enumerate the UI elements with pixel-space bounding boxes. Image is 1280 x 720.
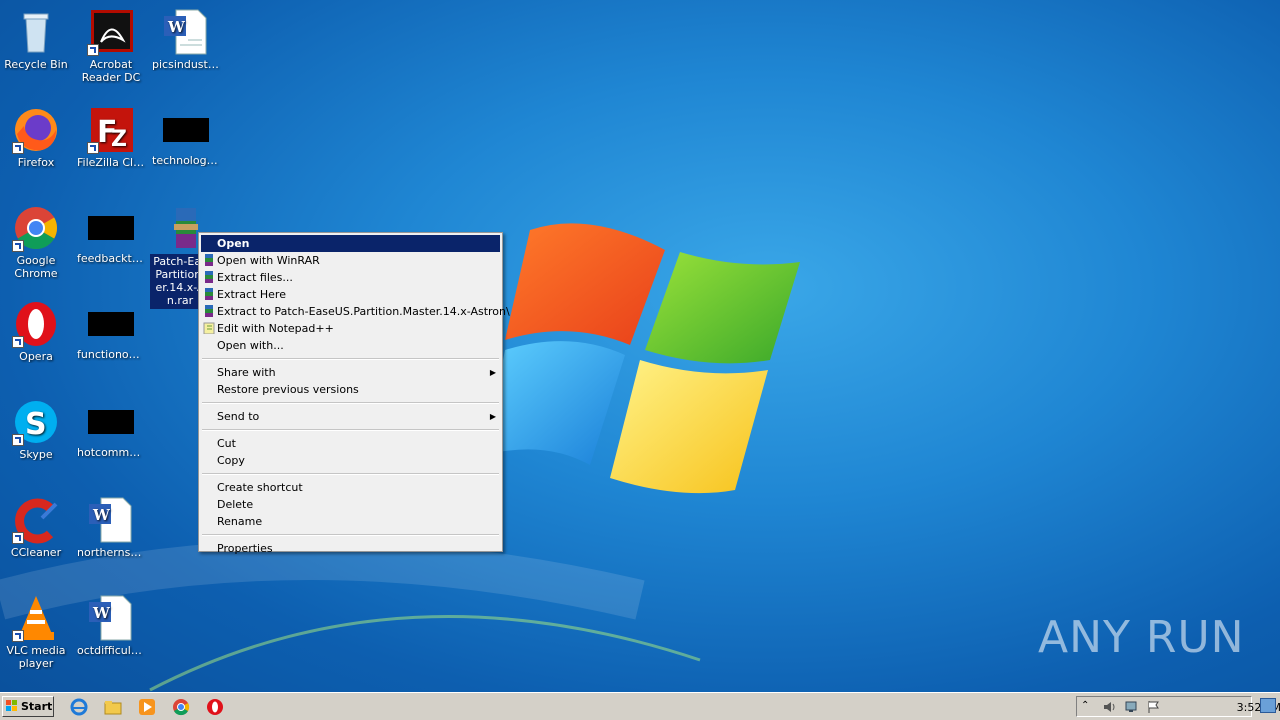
word-doc-icon: W — [87, 496, 135, 544]
desktop-icon-functionour[interactable]: functionour... — [75, 300, 147, 361]
word-doc-icon: W — [87, 594, 135, 642]
desktop-icon-acrobat[interactable]: Acrobat Reader DC — [75, 8, 147, 84]
redacted-icon — [88, 410, 134, 434]
start-button[interactable]: Start — [2, 696, 54, 717]
desktop-icon-hotcommunl[interactable]: hotcommunl... — [75, 398, 147, 459]
volume-icon[interactable] — [1103, 700, 1117, 713]
winrar-icon — [205, 254, 213, 266]
desktop-icon-feedbackte[interactable]: feedbackte... — [75, 204, 147, 265]
context-menu: Open Open with WinRAR Extract files... E… — [198, 232, 510, 555]
redacted-icon — [88, 216, 134, 240]
svg-text:W: W — [167, 18, 186, 36]
menu-item-open-with[interactable]: Open with... — [201, 337, 500, 354]
desktop-icon-northernsq[interactable]: W northernsq... — [75, 496, 147, 559]
menu-separator — [202, 429, 499, 431]
media-player-icon[interactable] — [138, 698, 156, 716]
desktop-icon-filezilla[interactable]: FZ FileZilla Client — [75, 106, 147, 169]
submenu-arrow-icon: ▶ — [489, 368, 496, 377]
menu-item-restore-previous[interactable]: Restore previous versions — [201, 381, 500, 398]
firefox-icon — [12, 106, 60, 154]
notepadpp-icon — [203, 322, 215, 334]
desktop-icon-chrome[interactable]: Google Chrome — [0, 204, 72, 280]
desktop-icon-opera[interactable]: Opera — [0, 300, 72, 363]
windows-logo-yellow — [610, 360, 768, 494]
system-tray: ⌃ 3:52 PM — [1076, 696, 1280, 717]
svg-text:S: S — [25, 407, 47, 442]
desktop-icon-octdifficult[interactable]: W octdifficult.rtf — [75, 594, 147, 657]
show-desktop-button[interactable] — [1260, 698, 1276, 713]
windows-logo-green — [645, 252, 800, 364]
menu-item-cut[interactable]: Cut — [201, 435, 500, 452]
filezilla-icon: FZ — [87, 106, 135, 154]
redacted-icon — [163, 118, 209, 142]
desktop-icon-vlc[interactable]: VLC media player — [0, 594, 72, 670]
desktop-icon-technologie[interactable]: technologie... — [150, 106, 222, 167]
windows-flag-icon — [6, 700, 17, 711]
chrome-icon[interactable] — [172, 698, 190, 716]
opera-icon — [12, 300, 60, 348]
taskbar: Start ⌃ 3:52 PM — [0, 692, 1280, 720]
desktop-icon-recycle-bin[interactable]: Recycle Bin — [0, 8, 72, 71]
acrobat-icon — [87, 8, 135, 56]
menu-item-copy[interactable]: Copy — [201, 452, 500, 469]
menu-item-share-with[interactable]: Share with ▶ — [201, 364, 500, 381]
menu-item-create-shortcut[interactable]: Create shortcut — [201, 479, 500, 496]
explorer-icon[interactable] — [104, 698, 122, 716]
word-doc-icon: W — [162, 8, 210, 56]
menu-item-open[interactable]: Open — [201, 235, 500, 252]
wallpaper — [0, 223, 800, 692]
menu-item-extract-here[interactable]: Extract Here — [201, 286, 500, 303]
recycle-bin-icon — [12, 8, 60, 56]
winrar-icon — [205, 305, 213, 317]
windows-logo-blue — [485, 341, 625, 465]
menu-separator — [202, 534, 499, 536]
svg-text:Z: Z — [111, 127, 127, 152]
opera-icon[interactable] — [206, 698, 224, 716]
svg-text:W: W — [92, 506, 111, 524]
svg-text:W: W — [92, 604, 111, 622]
desktop-icon-firefox[interactable]: Firefox — [0, 106, 72, 169]
menu-item-edit-notepadpp[interactable]: Edit with Notepad++ — [201, 320, 500, 337]
submenu-arrow-icon: ▶ — [489, 412, 496, 421]
menu-item-properties[interactable]: Properties — [201, 540, 500, 557]
menu-item-open-with-winrar[interactable]: Open with WinRAR — [201, 252, 500, 269]
menu-separator — [202, 402, 499, 404]
redacted-icon — [88, 312, 134, 336]
winrar-icon — [205, 271, 213, 283]
skype-icon: S — [12, 398, 60, 446]
action-center-flag-icon[interactable] — [1147, 700, 1161, 713]
tray-overflow-icon[interactable]: ⌃ — [1081, 700, 1095, 713]
chrome-icon — [12, 204, 60, 252]
menu-separator — [202, 358, 499, 360]
vlc-icon — [12, 594, 60, 642]
ie-icon[interactable] — [70, 698, 88, 716]
ccleaner-icon — [12, 496, 60, 544]
desktop-icon-skype[interactable]: S Skype — [0, 398, 72, 461]
menu-separator — [202, 473, 499, 475]
menu-item-extract-files[interactable]: Extract files... — [201, 269, 500, 286]
menu-item-rename[interactable]: Rename — [201, 513, 500, 530]
network-icon[interactable] — [1125, 700, 1139, 713]
anyrun-watermark: ANY RUN — [1038, 612, 1245, 663]
desktop-icon-picsindustri[interactable]: W picsindustri... — [150, 8, 222, 71]
menu-item-delete[interactable]: Delete — [201, 496, 500, 513]
winrar-icon — [205, 288, 213, 300]
menu-item-extract-to[interactable]: Extract to Patch-EaseUS.Partition.Master… — [201, 303, 510, 320]
desktop-icon-ccleaner[interactable]: CCleaner — [0, 496, 72, 559]
windows-logo-red — [505, 223, 665, 345]
menu-item-send-to[interactable]: Send to ▶ — [201, 408, 500, 425]
